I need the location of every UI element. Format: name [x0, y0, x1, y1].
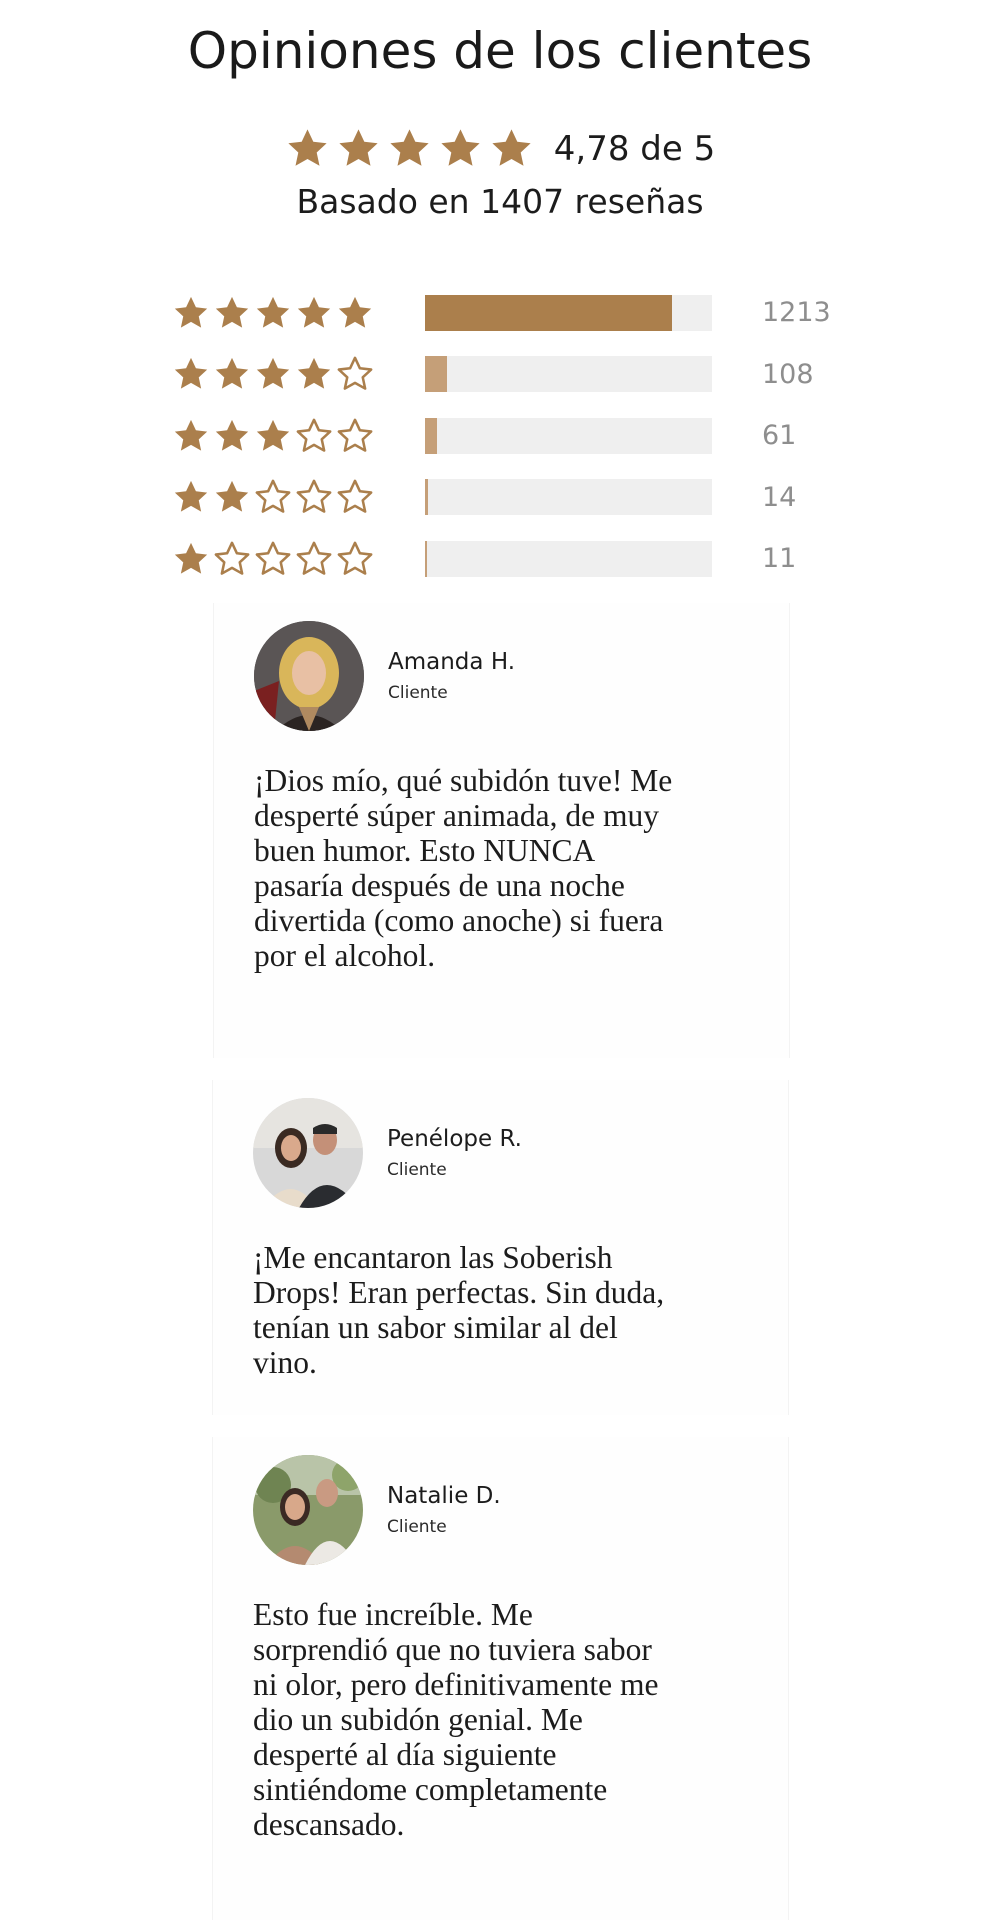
star-filled-icon	[215, 419, 249, 451]
review-card: Amanda H. Cliente ¡Dios mío, qué subidón…	[213, 603, 790, 1058]
star-filled-icon	[390, 129, 429, 166]
star-filled-icon	[338, 296, 372, 328]
star-filled-icon	[174, 357, 208, 389]
breakdown-bar-track	[425, 479, 712, 515]
breakdown-row-4-stars[interactable]: 108	[172, 352, 832, 397]
star-filled-icon	[215, 480, 249, 512]
breakdown-count: 1213	[762, 297, 831, 328]
star-filled-icon	[174, 480, 208, 512]
breakdown-row-5-stars[interactable]: 1213	[172, 290, 832, 335]
reviewer: Natalie D. Cliente	[253, 1455, 501, 1565]
rating-breakdown: 1213 108 61 14 11	[172, 290, 832, 598]
breakdown-bar-fill	[425, 417, 438, 454]
review-text: ¡Dios mío, qué subidón tuve! Me desperté…	[254, 763, 673, 973]
reviewer-role: Cliente	[387, 1517, 447, 1537]
star-filled-icon	[288, 129, 327, 166]
row-stars	[172, 540, 424, 578]
star-empty-icon	[337, 479, 373, 513]
breakdown-count: 108	[762, 358, 814, 390]
reviewer: Penélope R. Cliente	[253, 1098, 522, 1208]
star-filled-icon	[297, 357, 331, 389]
reviewer-name: Amanda H.	[388, 649, 516, 675]
breakdown-bar-track	[425, 417, 712, 454]
breakdown-bar-track	[425, 294, 712, 331]
reviewer-role: Cliente	[387, 1160, 447, 1180]
star-empty-icon	[255, 541, 291, 575]
breakdown-count: 14	[762, 481, 797, 513]
reviewer-avatar	[254, 621, 364, 731]
star-filled-icon	[339, 129, 378, 166]
breakdown-bar-track	[425, 540, 712, 577]
breakdown-bar-fill	[425, 479, 428, 515]
review-text: Esto fue increíble. Me sorprendió que no…	[253, 1597, 659, 1842]
breakdown-row-2-stars[interactable]: 14	[172, 475, 832, 520]
star-empty-icon	[296, 541, 332, 575]
star-filled-icon	[492, 129, 531, 166]
star-filled-icon	[174, 542, 208, 574]
star-filled-icon	[174, 419, 208, 451]
star-filled-icon	[256, 296, 290, 328]
star-empty-icon	[337, 356, 373, 390]
star-filled-icon	[256, 419, 290, 451]
reviewer-avatar	[253, 1455, 363, 1565]
star-filled-icon	[215, 296, 249, 328]
star-empty-icon	[337, 541, 373, 575]
breakdown-count: 61	[762, 420, 797, 451]
review-count-text: Basado en 1407 reseñas	[296, 182, 704, 221]
reviewer-avatar	[253, 1098, 363, 1208]
breakdown-row-1-star[interactable]: 11	[172, 536, 832, 581]
review-card: Penélope R. Cliente ¡Me encantaron las S…	[212, 1080, 789, 1415]
review-text: ¡Me encantaron las Soberish Drops! Eran …	[253, 1240, 665, 1380]
row-stars	[172, 355, 424, 393]
star-filled-icon	[256, 357, 290, 389]
star-empty-icon	[337, 418, 373, 452]
row-stars	[172, 478, 424, 516]
breakdown-bar-track	[425, 356, 712, 392]
average-rating-text: 4,78 de 5	[553, 128, 716, 169]
star-filled-icon	[215, 357, 249, 389]
review-card: Natalie D. Cliente Esto fue increíble. M…	[212, 1437, 789, 1920]
breakdown-bar-fill	[425, 294, 673, 331]
breakdown-row-3-stars[interactable]: 61	[172, 413, 832, 458]
reviewer-name: Penélope R.	[387, 1126, 522, 1152]
breakdown-bar-fill	[425, 540, 428, 577]
star-filled-icon	[441, 129, 480, 166]
star-empty-icon	[255, 479, 291, 513]
row-stars	[172, 294, 424, 332]
breakdown-count: 11	[762, 543, 797, 574]
star-empty-icon	[296, 479, 332, 513]
rating-summary: 4,78 de 5	[0, 126, 1000, 171]
reviewer-role: Cliente	[388, 683, 448, 703]
row-stars	[172, 417, 424, 455]
reviewer-name: Natalie D.	[387, 1483, 501, 1509]
average-stars	[285, 126, 534, 171]
star-empty-icon	[214, 541, 250, 575]
reviewer: Amanda H. Cliente	[254, 621, 515, 731]
star-filled-icon	[297, 296, 331, 328]
star-filled-icon	[174, 296, 208, 328]
page-title: Opiniones de los clientes	[187, 22, 813, 80]
star-empty-icon	[296, 418, 332, 452]
breakdown-bar-fill	[425, 356, 448, 392]
